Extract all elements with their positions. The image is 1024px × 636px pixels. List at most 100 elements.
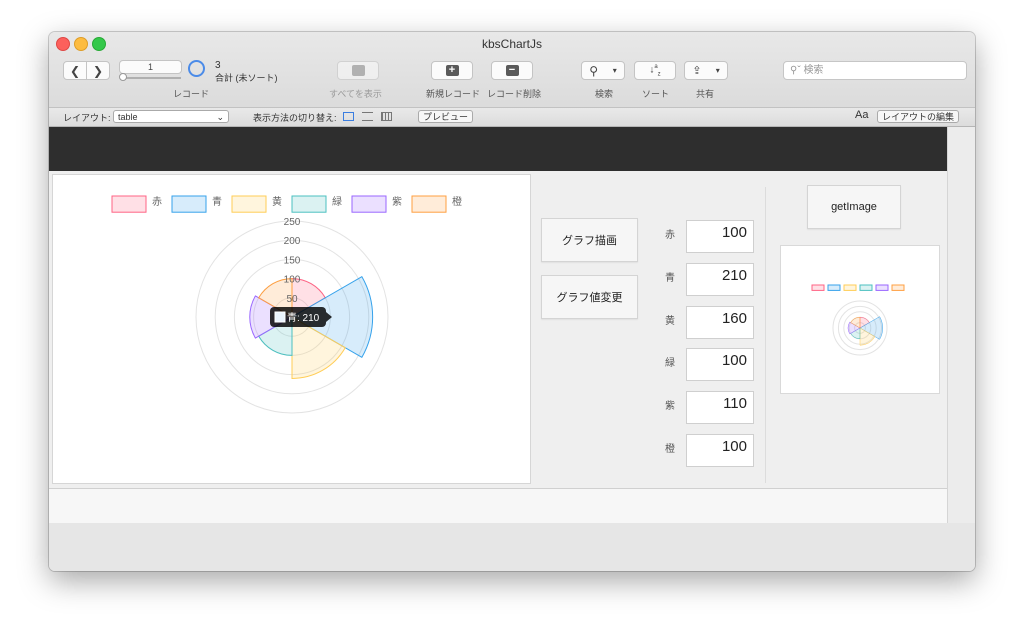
chevron-right-icon: ❯	[92, 63, 104, 78]
record-label: レコード	[173, 89, 210, 99]
show-all-icon	[351, 65, 365, 76]
layout-select[interactable]: table ⌄	[113, 110, 229, 123]
layout-footer-band	[49, 488, 947, 524]
value-field-0[interactable]: 100	[686, 220, 754, 253]
legend-swatch-2	[843, 284, 857, 291]
field-label-4: 紫	[665, 401, 675, 413]
chevron-down-icon: ▾	[715, 66, 720, 75]
draw-graph-button[interactable]: グラフ描画	[541, 218, 638, 262]
new-record-button[interactable]: +	[431, 61, 473, 80]
divider	[765, 187, 766, 483]
legend-swatch-3	[859, 284, 873, 291]
field-label-5: 橙	[665, 444, 675, 455]
legend-swatch-3	[291, 195, 327, 213]
search-label: 検索	[595, 89, 614, 99]
value-field-5[interactable]: 100	[686, 434, 754, 467]
legend-swatch-1	[827, 284, 841, 291]
sort-label: ソート	[642, 89, 670, 99]
next-record-button[interactable]: ❯	[86, 61, 110, 80]
preview-button[interactable]: プレビュー	[418, 110, 474, 123]
chart-image-thumbnail	[780, 245, 940, 394]
chart-thumbnail-image	[811, 284, 905, 356]
minus-icon: −	[505, 65, 519, 76]
chevron-down-icon: ⌄	[216, 112, 224, 122]
layout-header-band	[49, 127, 947, 171]
window-bottom-area	[49, 523, 975, 571]
tick-label-2: 150	[284, 255, 301, 266]
tooltip-text: 青: 210	[287, 311, 320, 324]
sort-button[interactable]: ↓az	[634, 61, 676, 80]
layout-body: 赤青黄緑紫橙 50 100 150 200 250 青: 210 グラフ描画 グラフ値変更 …	[49, 171, 947, 488]
record-slider-handle[interactable]	[119, 73, 127, 81]
magnifier-icon: ⚲	[589, 63, 599, 78]
chart-web-viewer[interactable]: 赤 青 黄 緑 紫 橙 50 100 150 200 250 青: 210	[52, 174, 531, 484]
edit-layout-button[interactable]: レイアウトの編集	[877, 110, 960, 123]
share-button[interactable]: ⇪ ▾	[684, 61, 728, 80]
value-field-2[interactable]: 160	[686, 305, 754, 339]
record-progress-ring-icon	[188, 60, 205, 77]
tick-label-4: 250	[284, 217, 301, 228]
legend-swatch-5	[411, 195, 447, 213]
legend-label-5: 橙	[452, 195, 462, 208]
legend-swatch-4	[351, 195, 387, 213]
layout-bar: レイアウト: table ⌄ 表示方法の切り替え: プレビュー Aa レイアウト…	[49, 107, 975, 127]
legend-swatch-0	[111, 195, 147, 213]
legend-swatch-2	[231, 195, 267, 213]
sort-az-icon: ↓az	[649, 63, 661, 78]
get-image-button[interactable]: getImage	[807, 185, 901, 229]
legend-label-4: 紫	[392, 196, 402, 208]
layout-select-value: table	[118, 112, 138, 122]
form-view-icon[interactable]	[343, 112, 354, 121]
chevron-down-icon: ▾	[612, 66, 617, 75]
tick-label-0: 50	[286, 294, 298, 305]
title-bar: kbsChartJs ❮ ❯ 1 3 合計 (未ソート) レコード すべてを表示…	[49, 32, 975, 141]
legend-swatch-5	[891, 284, 905, 291]
legend-swatch-1	[171, 195, 207, 213]
record-status: 合計 (未ソート)	[215, 73, 278, 83]
layout-label: レイアウト:	[63, 113, 111, 123]
polar-area-chart: 赤 青 黄 緑 紫 橙 50 100 150 200 250 青: 210	[111, 195, 462, 414]
legend-swatch-4	[875, 284, 889, 291]
record-number-field[interactable]: 1	[119, 60, 182, 74]
plus-icon: +	[445, 65, 459, 76]
search-icon: ⚲ˇ	[790, 65, 804, 76]
new-record-label: 新規レコード	[426, 89, 481, 99]
field-label-3: 緑	[665, 358, 675, 370]
right-scroll-area	[947, 127, 975, 527]
value-field-3[interactable]: 100	[686, 348, 754, 382]
show-all-button[interactable]	[337, 61, 379, 80]
chevron-left-icon: ❮	[69, 63, 81, 78]
search-placeholder: 検索	[803, 65, 824, 76]
tick-label-1: 100	[284, 275, 301, 286]
table-view-icon[interactable]	[381, 112, 392, 121]
legend-label-1: 青	[212, 195, 222, 208]
record-slider[interactable]	[121, 77, 181, 79]
tooltip-swatch	[274, 311, 286, 323]
legend-swatch-0	[811, 284, 825, 291]
delete-record-button[interactable]: −	[491, 61, 533, 80]
field-label-1: 青	[665, 272, 675, 284]
value-field-1[interactable]: 210	[686, 262, 754, 296]
previous-record-button[interactable]: ❮	[63, 61, 87, 80]
tick-label-3: 200	[284, 236, 301, 247]
app-window: kbsChartJs ❮ ❯ 1 3 合計 (未ソート) レコード すべてを表示…	[49, 32, 975, 571]
share-icon: ⇪	[692, 65, 702, 77]
view-switch-label: 表示方法の切り替え:	[253, 113, 337, 123]
value-field-4[interactable]: 110	[686, 391, 754, 425]
search-button[interactable]: ⚲ ▾	[581, 61, 625, 80]
legend-label-0: 赤	[152, 196, 162, 208]
legend-label-3: 緑	[332, 195, 342, 208]
font-size-icon[interactable]: Aa	[855, 109, 868, 121]
delete-record-label: レコード削除	[487, 89, 542, 99]
field-label-2: 黄	[665, 315, 675, 327]
chart-tooltip: 青: 210	[270, 307, 332, 327]
share-label: 共有	[696, 89, 715, 99]
search-input[interactable]: ⚲ˇ 検索	[783, 61, 967, 80]
list-view-icon[interactable]	[362, 112, 373, 121]
record-count: 3	[215, 60, 221, 71]
change-values-button[interactable]: グラフ値変更	[541, 275, 638, 319]
field-label-0: 赤	[665, 230, 675, 241]
show-all-label: すべてを表示	[329, 89, 382, 99]
legend-label-2: 黄	[272, 195, 282, 208]
window-title: kbsChartJs	[481, 37, 543, 51]
